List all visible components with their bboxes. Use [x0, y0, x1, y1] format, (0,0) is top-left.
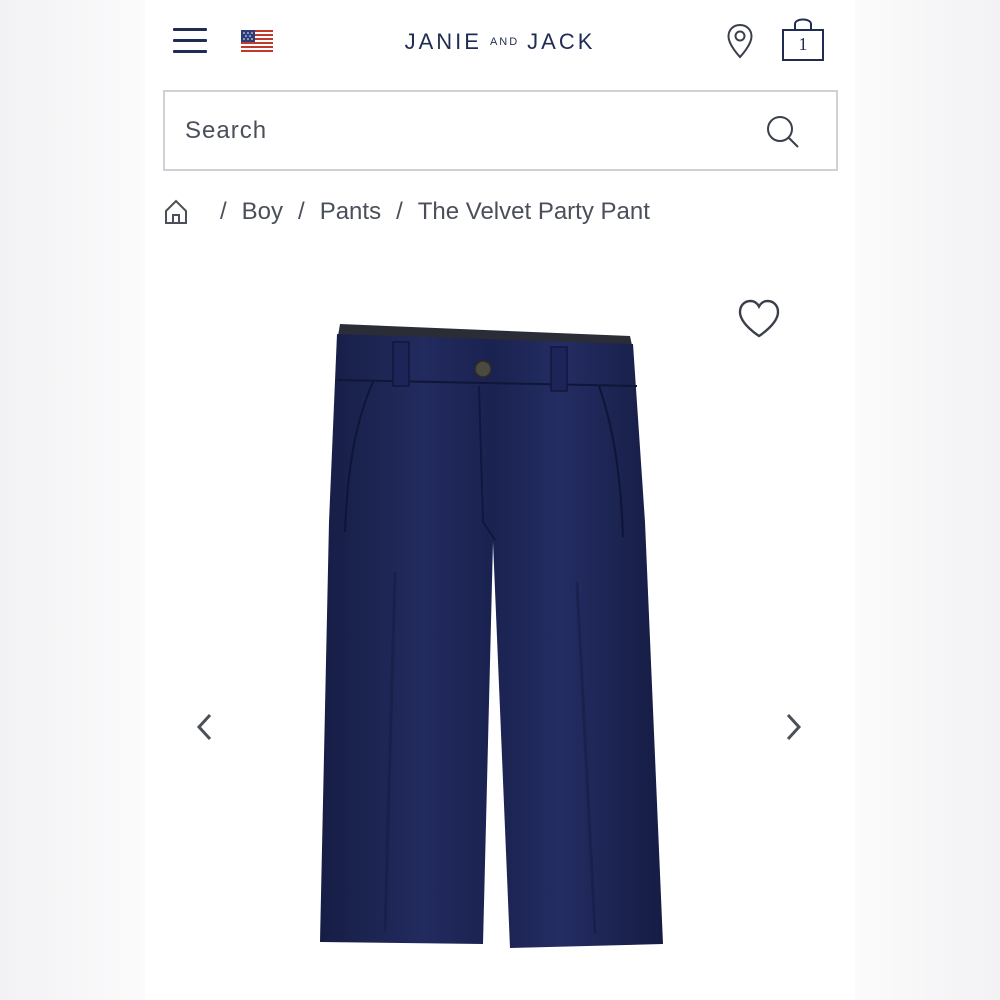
- logo-word-janie: JANIE: [404, 29, 482, 54]
- product-gallery: [145, 270, 855, 1000]
- location-pin-icon[interactable]: [725, 22, 755, 60]
- logo-word-jack: JACK: [527, 29, 596, 54]
- heart-icon[interactable]: [735, 298, 783, 340]
- shopping-bag-icon[interactable]: 1: [780, 14, 826, 62]
- product-page: JANIE AND JACK 1 / Boy / P: [145, 0, 855, 1000]
- chevron-right-icon[interactable]: [778, 710, 808, 744]
- site-header: JANIE AND JACK 1: [145, 0, 855, 85]
- home-icon[interactable]: [163, 198, 189, 226]
- search-icon[interactable]: [763, 112, 803, 152]
- left-margin: [0, 0, 145, 1000]
- menu-icon[interactable]: [173, 26, 207, 56]
- breadcrumb: / Boy / Pants / The Velvet Party Pant: [163, 190, 650, 234]
- breadcrumb-item-boy[interactable]: Boy: [242, 198, 283, 226]
- breadcrumb-item-pants[interactable]: Pants: [320, 198, 381, 226]
- cart-count-badge: 1: [798, 34, 808, 54]
- right-margin: [855, 0, 1000, 1000]
- breadcrumb-separator: /: [298, 198, 305, 225]
- breadcrumb-separator: /: [396, 198, 403, 225]
- us-flag-icon[interactable]: [241, 30, 273, 52]
- breadcrumb-item-current: The Velvet Party Pant: [417, 198, 650, 225]
- product-image[interactable]: [315, 322, 695, 957]
- logo-word-and: AND: [489, 36, 520, 48]
- brand-logo[interactable]: JANIE AND JACK: [370, 26, 630, 58]
- search-input[interactable]: [185, 110, 725, 152]
- chevron-left-icon[interactable]: [190, 710, 220, 744]
- breadcrumb-separator: /: [220, 198, 227, 225]
- search-bar: [163, 90, 838, 171]
